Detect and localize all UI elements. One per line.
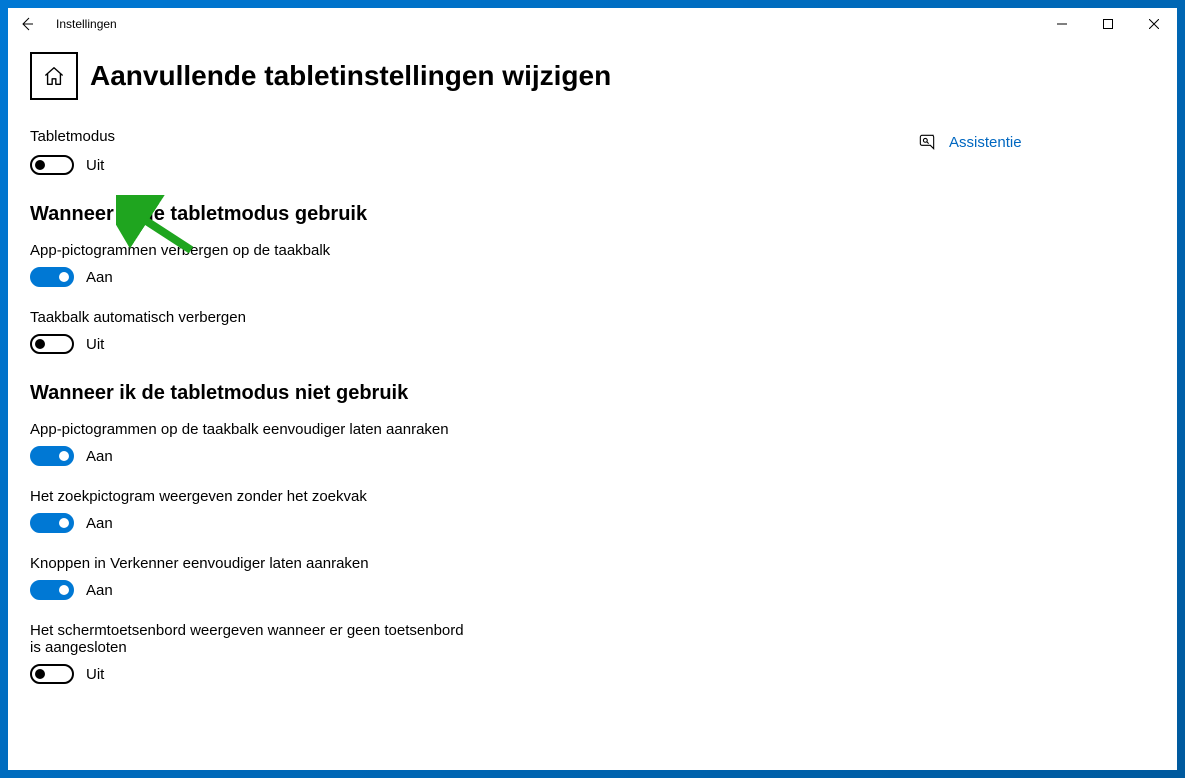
tabletmode-toggle-row: Uit — [30, 155, 895, 175]
close-icon — [1149, 19, 1159, 29]
settings-window: Instellingen Aanvullende tabletinst — [8, 8, 1177, 770]
back-button[interactable] — [18, 15, 36, 33]
minimize-icon — [1057, 19, 1067, 29]
toggle-state: Uit — [86, 336, 104, 353]
back-arrow-icon — [19, 16, 35, 32]
home-icon — [43, 65, 65, 87]
setting-desc: App-pictogrammen op de taakbalk eenvoudi… — [30, 421, 470, 438]
content-row: Aanvullende tabletinstellingen wijzigen … — [8, 40, 1177, 770]
maximize-button[interactable] — [1085, 8, 1131, 40]
toggle-state: Aan — [86, 269, 113, 286]
setting-onscreen-keyboard: Het schermtoetsenbord weergeven wanneer … — [30, 622, 895, 684]
autohide-taskbar-toggle[interactable] — [30, 334, 74, 354]
home-button[interactable] — [30, 52, 78, 100]
assist-link[interactable]: Assistentie — [949, 134, 1022, 151]
setting-desc: Knoppen in Verkenner eenvoudiger laten a… — [30, 555, 470, 572]
setting-desc: Taakbalk automatisch verbergen — [30, 309, 470, 326]
toggle-row: Aan — [30, 513, 895, 533]
maximize-icon — [1103, 19, 1113, 29]
touch-app-icons-toggle[interactable] — [30, 446, 74, 466]
onscreen-keyboard-toggle[interactable] — [30, 664, 74, 684]
close-button[interactable] — [1131, 8, 1177, 40]
section-using-heading: Wanneer ik de tabletmodus gebruik — [30, 203, 895, 226]
side-column: Assistentie — [917, 40, 1177, 770]
titlebar-left: Instellingen — [18, 15, 117, 33]
minimize-button[interactable] — [1039, 8, 1085, 40]
section-not-using-heading: Wanneer ik de tabletmodus niet gebruik — [30, 382, 895, 405]
toggle-state: Aan — [86, 582, 113, 599]
tabletmode-state: Uit — [86, 157, 104, 174]
toggle-state: Uit — [86, 666, 104, 683]
toggle-row: Aan — [30, 580, 895, 600]
toggle-row: Uit — [30, 334, 895, 354]
page-title: Aanvullende tabletinstellingen wijzigen — [90, 60, 611, 92]
hide-app-icons-toggle[interactable] — [30, 267, 74, 287]
setting-hide-app-icons: App-pictogrammen verbergen op de taakbal… — [30, 242, 895, 287]
setting-explorer-buttons: Knoppen in Verkenner eenvoudiger laten a… — [30, 555, 895, 600]
assist-row: Assistentie — [917, 132, 1157, 152]
setting-touch-app-icons: App-pictogrammen op de taakbalk eenvoudi… — [30, 421, 895, 466]
tabletmode-label: Tabletmodus — [30, 128, 895, 145]
toggle-state: Aan — [86, 515, 113, 532]
titlebar: Instellingen — [8, 8, 1177, 40]
window-controls — [1039, 8, 1177, 40]
tabletmode-toggle[interactable] — [30, 155, 74, 175]
setting-search-icon: Het zoekpictogram weergeven zonder het z… — [30, 488, 895, 533]
page-header: Aanvullende tabletinstellingen wijzigen — [30, 52, 895, 100]
window-title: Instellingen — [56, 17, 117, 31]
setting-desc: Het zoekpictogram weergeven zonder het z… — [30, 488, 470, 505]
setting-desc: Het schermtoetsenbord weergeven wanneer … — [30, 622, 470, 656]
toggle-row: Uit — [30, 664, 895, 684]
setting-autohide-taskbar: Taakbalk automatisch verbergen Uit — [30, 309, 895, 354]
setting-desc: App-pictogrammen verbergen op de taakbal… — [30, 242, 470, 259]
explorer-buttons-toggle[interactable] — [30, 580, 74, 600]
assist-icon — [917, 132, 937, 152]
toggle-row: Aan — [30, 267, 895, 287]
main-column: Aanvullende tabletinstellingen wijzigen … — [8, 40, 917, 770]
toggle-row: Aan — [30, 446, 895, 466]
search-icon-toggle[interactable] — [30, 513, 74, 533]
toggle-state: Aan — [86, 448, 113, 465]
